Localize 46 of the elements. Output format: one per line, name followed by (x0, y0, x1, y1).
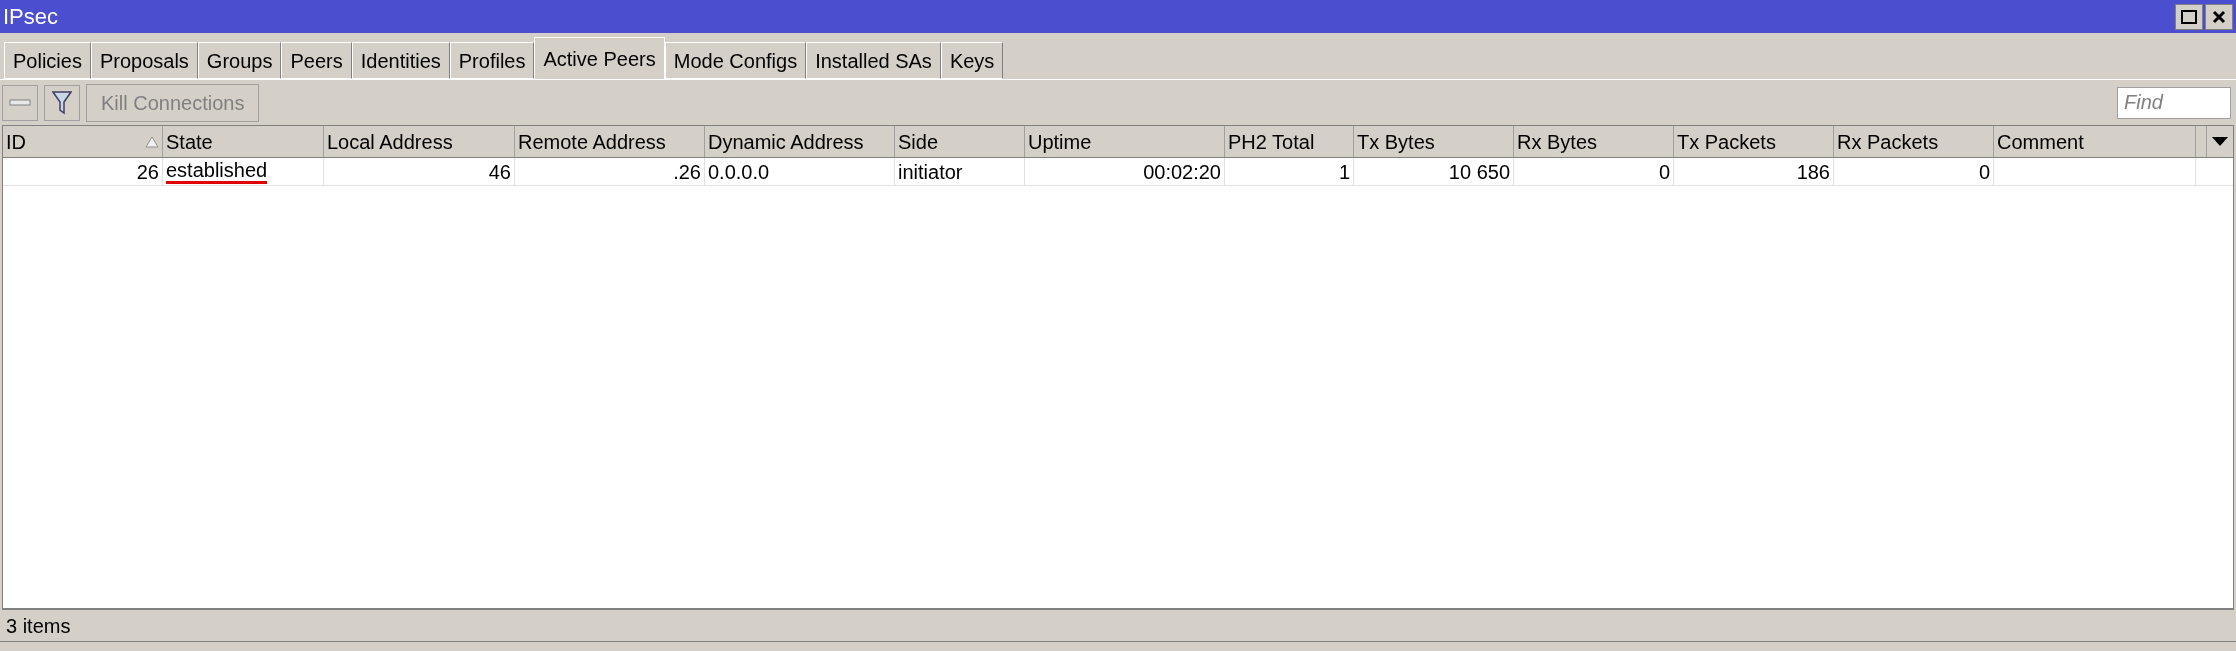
table-cell-text: initiator (898, 159, 963, 185)
filter-icon (52, 90, 72, 115)
table-cell-text: 10 650 (1448, 159, 1510, 185)
close-button[interactable] (2205, 3, 2233, 30)
minus-icon (9, 98, 31, 107)
tab[interactable]: Active Peers (534, 37, 665, 80)
find-field[interactable]: Find (2117, 86, 2231, 119)
column-header[interactable]: Tx Packets (1674, 126, 1834, 157)
maximize-icon (2181, 9, 2197, 24)
column-header[interactable]: PH2 Total (1225, 126, 1354, 157)
column-header[interactable]: Side (895, 126, 1025, 157)
tab[interactable]: Policies (4, 42, 91, 79)
column-header[interactable]: Comment (1994, 126, 2196, 157)
column-header[interactable]: Local Address (324, 126, 515, 157)
table-cell-text: 0.0.0.0 (708, 159, 770, 185)
maximize-button[interactable] (2175, 3, 2203, 30)
status-text: 3 items (6, 613, 71, 639)
window-title: IPsec (3, 3, 59, 31)
table-cell-text: 46 (488, 159, 511, 185)
tab[interactable]: Identities (351, 42, 450, 79)
tab[interactable]: Proposals (90, 42, 198, 79)
tab[interactable]: Keys (940, 42, 1004, 79)
tab[interactable]: Groups (197, 42, 282, 79)
column-header[interactable]: ID (3, 126, 163, 157)
table-cell-text: 00:02:20 (1143, 159, 1221, 185)
table-cell-text: 26 (136, 159, 159, 185)
tab[interactable]: Installed SAs (806, 42, 941, 79)
table-cell-text: 0 (1978, 159, 1990, 185)
column-header[interactable]: Uptime (1025, 126, 1225, 157)
column-header[interactable]: State (163, 126, 324, 157)
table-cell: established (166, 159, 268, 184)
column-header[interactable]: Rx Bytes (1514, 126, 1674, 157)
tab[interactable]: Profiles (449, 42, 535, 79)
table-cell-text: 1 (1338, 159, 1350, 185)
column-header[interactable]: Tx Bytes (1354, 126, 1514, 157)
dropdown-icon (2212, 137, 2228, 146)
filter-button[interactable] (44, 84, 80, 121)
column-header[interactable]: Rx Packets (1834, 126, 1994, 157)
table-cell-text: .26 (673, 159, 701, 185)
tab[interactable]: Peers (281, 42, 352, 79)
table-cell-text: 0 (1658, 159, 1670, 185)
table-cell-text: 186 (1796, 159, 1830, 185)
close-icon (2212, 9, 2226, 24)
column-header[interactable]: Dynamic Address (705, 126, 895, 157)
tab[interactable]: Mode Configs (664, 42, 807, 79)
column-header[interactable]: Remote Address (515, 126, 705, 157)
